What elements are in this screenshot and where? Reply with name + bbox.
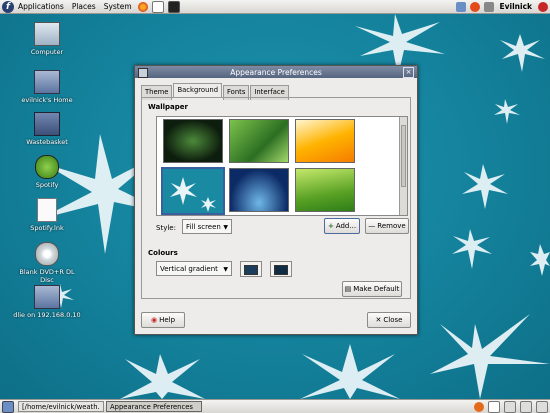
scrollbar-thumb[interactable] — [401, 125, 406, 187]
network-folder-icon — [34, 285, 60, 309]
user-name[interactable]: Evilnick — [496, 2, 537, 11]
window-close-icon[interactable]: × — [403, 67, 414, 78]
desktop-icon-network-share[interactable]: dlie on 192.168.0.10 — [12, 285, 82, 319]
wallpaper-thumb-stars-selected[interactable] — [161, 167, 225, 215]
remove-icon: — — [368, 222, 376, 230]
colours-heading: Colours — [148, 249, 178, 257]
add-wallpaper-button[interactable]: + Add... — [324, 218, 360, 234]
document-icon — [37, 198, 57, 222]
taskbar-terminal-label: [/home/evilnick/weath... — [22, 402, 100, 411]
menu-system[interactable]: System — [100, 2, 136, 11]
home-folder-icon — [34, 70, 60, 94]
disc-icon — [35, 242, 59, 266]
taskbar-item-appearance[interactable]: Appearance Preferences — [106, 401, 202, 412]
computer-icon — [34, 22, 60, 46]
wallpaper-list[interactable] — [156, 116, 408, 216]
wallpaper-thumb-green-leaves[interactable] — [229, 119, 289, 163]
desktop-icon-spotify[interactable]: Spotify — [12, 155, 82, 189]
wallpaper-heading: Wallpaper — [148, 103, 188, 111]
spotify-icon — [35, 155, 59, 179]
wallpaper-thumb-green-waves[interactable] — [295, 168, 355, 212]
terminal-icon[interactable] — [167, 0, 180, 13]
window-title: Appearance Preferences — [230, 67, 322, 77]
workspace-3-icon[interactable] — [520, 400, 532, 413]
update-icon[interactable] — [469, 1, 480, 12]
network-icon[interactable] — [455, 1, 466, 12]
secondary-colour-button[interactable] — [270, 261, 292, 277]
remove-wallpaper-button[interactable]: — Remove — [365, 218, 409, 234]
wallpaper-thumb-dark-leaf[interactable] — [163, 119, 223, 163]
wallpaper-thumb-blue-planet[interactable] — [229, 168, 289, 212]
desktop-icon-dvd[interactable]: Blank DVD+R DL Disc — [12, 242, 82, 284]
workspace-1-icon[interactable] — [488, 400, 500, 413]
style-label: Style: — [156, 224, 176, 232]
bottom-panel: [/home/evilnick/weath... Appearance Pref… — [0, 399, 550, 413]
show-desktop-icon[interactable] — [2, 400, 14, 413]
background-tab-page: Wallpaper Style: Fill screen ▼ + Add... … — [141, 97, 411, 299]
colours-dropdown[interactable]: Vertical gradient ▼ — [156, 261, 232, 276]
chevron-down-icon: ▼ — [223, 224, 228, 231]
firefox-icon[interactable] — [137, 1, 148, 12]
make-default-button[interactable]: ▤ Make Default — [342, 281, 402, 297]
help-button[interactable]: ◉ Help — [141, 312, 185, 328]
style-dropdown[interactable]: Fill screen ▼ — [182, 219, 232, 234]
desktop-icon-computer[interactable]: Computer — [12, 22, 82, 56]
star-thumb-icon — [170, 177, 216, 212]
style-dropdown-value: Fill screen — [186, 222, 221, 231]
colours-dropdown-value: Vertical gradient — [160, 264, 218, 273]
firefox-tray-icon[interactable] — [474, 401, 484, 412]
workspace-2-icon[interactable] — [504, 400, 516, 413]
help-icon: ◉ — [150, 316, 158, 324]
volume-icon[interactable] — [483, 1, 494, 12]
mail-icon[interactable] — [151, 0, 164, 13]
fedora-logo-icon[interactable]: f — [2, 0, 14, 13]
appearance-preferences-window: Appearance Preferences × Theme Backgroun… — [134, 65, 418, 335]
chevron-down-icon: ▼ — [223, 266, 228, 273]
window-menu-icon[interactable] — [138, 68, 148, 78]
tab-background[interactable]: Background — [173, 83, 223, 98]
top-panel: f Applications Places System Evilnick — [0, 0, 550, 14]
taskbar-appearance-label: Appearance Preferences — [110, 402, 193, 411]
primary-colour-button[interactable] — [240, 261, 262, 277]
desktop-icon-wastebasket[interactable]: Wastebasket — [12, 112, 82, 146]
menu-applications[interactable]: Applications — [14, 2, 68, 11]
wallpaper-scrollbar[interactable] — [399, 117, 407, 215]
close-icon: ✕ — [375, 316, 382, 324]
plus-icon: + — [327, 222, 334, 230]
power-icon[interactable] — [538, 1, 548, 12]
desktop-icon-spotify-link[interactable]: Spotify.lnk — [12, 198, 82, 232]
desktop-icon-home[interactable]: evilnick's Home — [12, 70, 82, 104]
make-default-icon: ▤ — [344, 285, 352, 293]
menu-places[interactable]: Places — [68, 2, 100, 11]
wallpaper-thumb-orange-waves[interactable] — [295, 119, 355, 163]
workspace-4-icon[interactable] — [536, 400, 548, 413]
taskbar-item-terminal[interactable]: [/home/evilnick/weath... — [18, 401, 104, 412]
close-button[interactable]: ✕ Close — [367, 312, 411, 328]
wastebasket-icon — [34, 112, 60, 136]
primary-colour-swatch — [244, 265, 258, 275]
window-titlebar[interactable]: Appearance Preferences × — [135, 66, 417, 78]
secondary-colour-swatch — [274, 265, 288, 275]
